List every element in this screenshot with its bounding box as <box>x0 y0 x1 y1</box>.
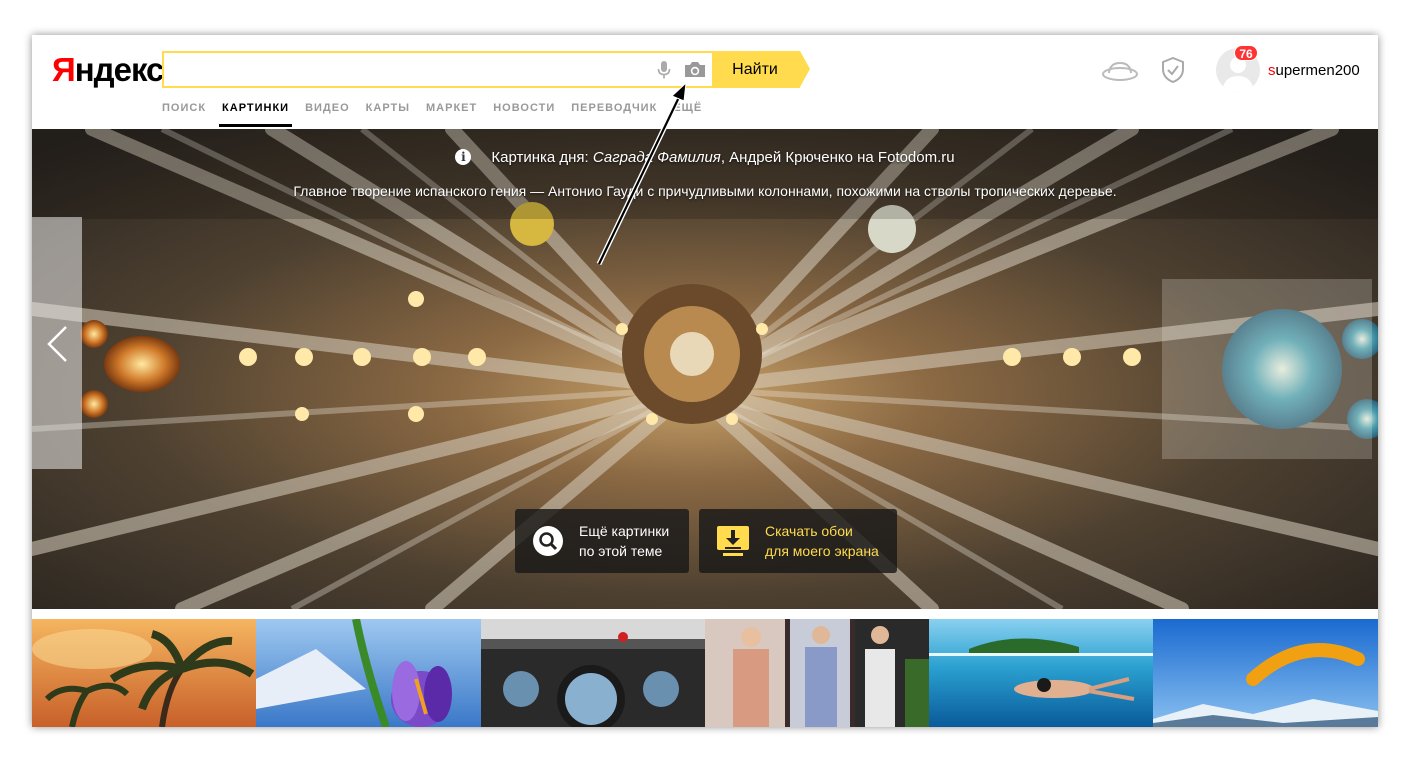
caption-title-link[interactable]: Саграда Фамилия <box>593 149 721 166</box>
caption-author[interactable]: , Андрей Крюченко на Fotodom.ru <box>721 149 955 166</box>
notification-badge[interactable]: 76 <box>1234 45 1258 61</box>
username[interactable]: supermen200 <box>1268 62 1360 79</box>
tab-maps[interactable]: КАРТЫ <box>366 101 410 127</box>
shield-icon[interactable] <box>1161 57 1185 83</box>
tab-video[interactable]: ВИДЕО <box>305 101 350 127</box>
yandex-logo[interactable]: Яндекс <box>52 51 165 89</box>
more-pictures-line1: Ещё картинки <box>579 523 670 539</box>
download-line2: для моего экрана <box>765 543 879 559</box>
thumbnail-palm-sunset[interactable] <box>32 619 257 727</box>
paraglider-image <box>1153 619 1378 727</box>
thumbnail-paraglider[interactable] <box>1153 619 1378 727</box>
thumbnail-underwater-swimmer[interactable] <box>929 619 1154 727</box>
download-line1: Скачать обои <box>765 523 853 539</box>
chevron-left-icon <box>47 326 67 362</box>
hat-icon[interactable] <box>1101 59 1139 83</box>
service-tabs: ПОИСК КАРТИНКИ ВИДЕО КАРТЫ МАРКЕТ НОВОСТ… <box>162 101 718 129</box>
tab-market[interactable]: МАРКЕТ <box>426 101 477 127</box>
tab-search[interactable]: ПОИСК <box>162 101 206 127</box>
info-icon[interactable]: i <box>455 149 472 165</box>
more-pictures-label: Ещё картинки по этой теме <box>579 521 669 561</box>
more-pictures-button[interactable]: Ещё картинки по этой теме <box>515 509 689 573</box>
tab-news[interactable]: НОВОСТИ <box>493 101 555 127</box>
crocus-flower-image <box>256 619 481 727</box>
username-first-letter: s <box>1268 62 1276 79</box>
camera-icon[interactable] <box>684 60 706 78</box>
thumbnail-strip <box>32 619 1378 727</box>
caption-prefix: Картинка дня: <box>491 149 593 166</box>
microphone-icon[interactable] <box>657 61 671 79</box>
thumbnail-fashion-models[interactable] <box>704 619 930 727</box>
logo-rest: ндекс <box>74 51 165 88</box>
fashion-models-image <box>704 619 930 727</box>
palm-sunset-image <box>32 619 257 727</box>
find-button-label: Найти <box>732 60 778 78</box>
picture-of-the-day[interactable]: i Картинка дня: Саграда Фамилия, Андрей К… <box>32 129 1378 609</box>
download-wallpaper-button[interactable]: Скачать обои для моего экрана <box>699 509 897 573</box>
picture-description: Главное творение испанского гения — Анто… <box>293 183 1117 199</box>
underwater-swimmer-image <box>929 619 1154 727</box>
tab-images[interactable]: КАРТИНКИ <box>219 101 293 127</box>
space-station-image <box>480 619 705 727</box>
logo-first-letter: Я <box>52 51 76 88</box>
thumbnail-crocus-flower[interactable] <box>256 619 481 727</box>
download-icon <box>717 526 749 556</box>
previous-picture-button[interactable] <box>32 217 82 469</box>
header: Яндекс Найти ПОИСК КАРТИНКИ ВИДЕО КАРТЫ … <box>32 35 1378 129</box>
search-box <box>162 51 714 88</box>
username-rest: upermen200 <box>1275 62 1360 79</box>
search-icon <box>533 526 563 556</box>
search-input[interactable] <box>164 53 644 86</box>
browser-window: Яндекс Найти ПОИСК КАРТИНКИ ВИДЕО КАРТЫ … <box>32 35 1378 727</box>
find-button[interactable]: Найти <box>714 51 810 88</box>
picture-caption: i Картинка дня: Саграда Фамилия, Андрей К… <box>32 149 1378 166</box>
tab-more[interactable]: ЕЩЁ <box>673 101 702 127</box>
download-wallpaper-label: Скачать обои для моего экрана <box>765 521 879 561</box>
tab-translator[interactable]: ПЕРЕВОДЧИК <box>571 101 657 127</box>
more-pictures-line2: по этой теме <box>579 543 663 559</box>
thumbnail-space-station[interactable] <box>480 619 705 727</box>
